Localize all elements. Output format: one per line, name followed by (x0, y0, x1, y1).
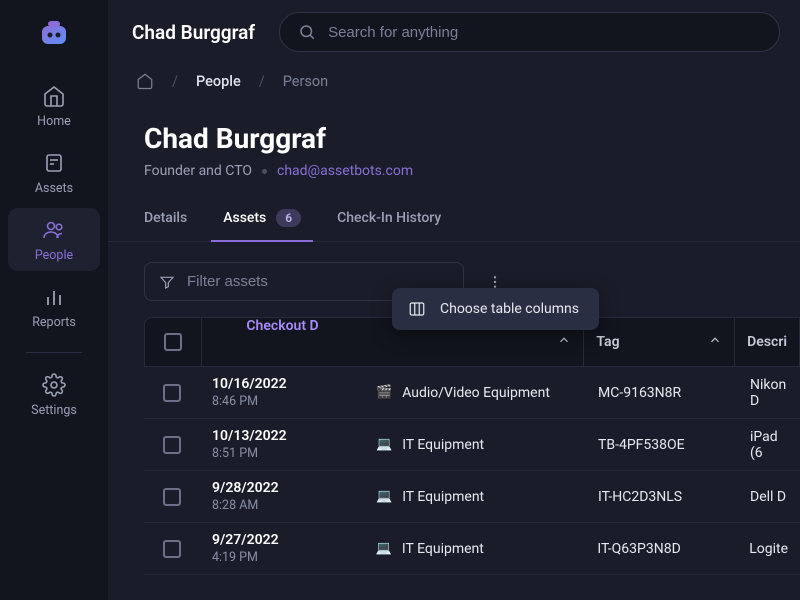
nav-assets[interactable]: Assets (8, 141, 100, 204)
nav-label: Reports (32, 315, 76, 330)
category-name: IT Equipment (402, 437, 484, 453)
category-icon: 💻 (376, 437, 392, 452)
breadcrumb-home-icon[interactable] (136, 72, 154, 90)
topbar: Chad Burggraf (108, 0, 800, 64)
asset-tag: TB-4PF538OE (586, 437, 738, 453)
category-name: IT Equipment (402, 541, 484, 557)
checkout-date: 10/16/2022 (212, 376, 287, 392)
tab-checkin-history[interactable]: Check-In History (337, 209, 441, 241)
nav-divider (26, 352, 82, 353)
asset-description: Logite (737, 541, 800, 557)
breadcrumb-separator: / (172, 73, 178, 90)
category-icon: 🎬 (376, 385, 392, 400)
column-label: Tag (596, 334, 619, 350)
chevron-up-icon (708, 333, 722, 351)
nav-label: People (35, 248, 73, 263)
breadcrumb-person: Person (283, 73, 328, 90)
breadcrumb: / People / Person (108, 64, 800, 98)
table-row[interactable]: 9/27/2022 4:19 PM 💻 IT Equipment IT-Q63P3N8D… (144, 523, 800, 575)
main-content: Chad Burggraf / People / Person Chad Bur… (108, 0, 800, 600)
asset-tag: MC-9163N8R (586, 385, 738, 401)
nav-label: Settings (31, 403, 77, 418)
person-header: Chad Burggraf Founder and CTO chad@asset… (108, 98, 800, 191)
column-label: Checkout D (246, 318, 318, 334)
row-checkbox[interactable] (163, 488, 181, 506)
asset-description: Nikon D (738, 377, 800, 409)
popover-label: Choose table columns (440, 301, 579, 317)
asset-tag: IT-HC2D3NLS (586, 489, 738, 505)
assets-icon (42, 151, 66, 175)
nav-home[interactable]: Home (8, 74, 100, 137)
tab-details[interactable]: Details (144, 209, 187, 241)
home-icon (42, 84, 66, 108)
nav-people[interactable]: People (8, 208, 100, 271)
nav-settings[interactable]: Settings (8, 363, 100, 426)
search-icon (298, 23, 316, 41)
checkout-time: 4:19 PM (212, 550, 258, 565)
nav-reports[interactable]: Reports (8, 275, 100, 338)
breadcrumb-separator: / (259, 73, 265, 90)
asset-description: Dell D (738, 489, 800, 505)
table-row[interactable]: 10/16/2022 8:46 PM 🎬 Audio/Video Equipment M… (144, 367, 800, 419)
table-row[interactable]: 10/13/2022 8:51 PM 💻 IT Equipment TB-4PF538O… (144, 419, 800, 471)
asset-description: iPad (6 (738, 429, 800, 461)
person-name: Chad Burggraf (144, 122, 800, 155)
page-title: Chad Burggraf (132, 21, 255, 44)
row-checkbox[interactable] (163, 540, 181, 558)
gear-icon (42, 373, 66, 397)
checkout-date: 9/28/2022 (212, 480, 279, 496)
app-logo (38, 18, 70, 50)
tab-label: Assets (223, 210, 266, 226)
column-checkout-date[interactable]: Checkout D (201, 318, 364, 366)
separator-dot (262, 169, 267, 174)
breadcrumb-people[interactable]: People (196, 73, 241, 90)
asset-tag: IT-Q63P3N8D (585, 541, 737, 557)
global-search[interactable] (279, 12, 780, 52)
chevron-up-icon (557, 333, 571, 351)
person-role: Founder and CTO (144, 163, 252, 179)
tab-label: Check-In History (337, 210, 441, 226)
person-email[interactable]: chad@assetbots.com (277, 163, 413, 179)
assets-count-badge: 6 (276, 209, 301, 227)
checkout-time: 8:46 PM (212, 394, 258, 409)
search-input[interactable] (328, 24, 761, 41)
column-description[interactable]: Descri (734, 318, 799, 366)
checkout-time: 8:51 PM (212, 446, 258, 461)
checkout-date: 9/27/2022 (212, 532, 279, 548)
filter-icon (159, 274, 175, 290)
column-tag[interactable]: Tag (583, 318, 734, 366)
sidebar: Home Assets People Reports Settings (0, 0, 108, 600)
people-icon (42, 218, 66, 242)
tab-assets[interactable]: Assets 6 (223, 209, 301, 241)
category-name: Audio/Video Equipment (402, 385, 550, 401)
column-label: Descri (747, 334, 787, 350)
row-checkbox[interactable] (163, 436, 181, 454)
category-icon: 💻 (376, 541, 392, 556)
select-all-checkbox[interactable] (164, 333, 182, 351)
assets-table: Checkout D Tag Descri 10/16/2022 8:46 PM 🎬… (144, 317, 800, 575)
columns-popover[interactable]: Choose table columns (392, 288, 599, 330)
row-checkbox[interactable] (163, 384, 181, 402)
nav-label: Home (37, 114, 71, 129)
nav-label: Assets (35, 181, 73, 196)
category-name: IT Equipment (402, 489, 484, 505)
column-category[interactable] (363, 333, 583, 351)
filter-row: Choose table columns (108, 242, 800, 317)
category-icon: 💻 (376, 489, 392, 504)
reports-icon (42, 285, 66, 309)
tabs: Details Assets 6 Check-In History (108, 191, 800, 242)
checkout-time: 8:28 AM (212, 498, 258, 513)
columns-icon (408, 300, 426, 318)
table-row[interactable]: 9/28/2022 8:28 AM 💻 IT Equipment IT-HC2D3NLS… (144, 471, 800, 523)
tab-label: Details (144, 210, 187, 226)
checkout-date: 10/13/2022 (212, 428, 287, 444)
